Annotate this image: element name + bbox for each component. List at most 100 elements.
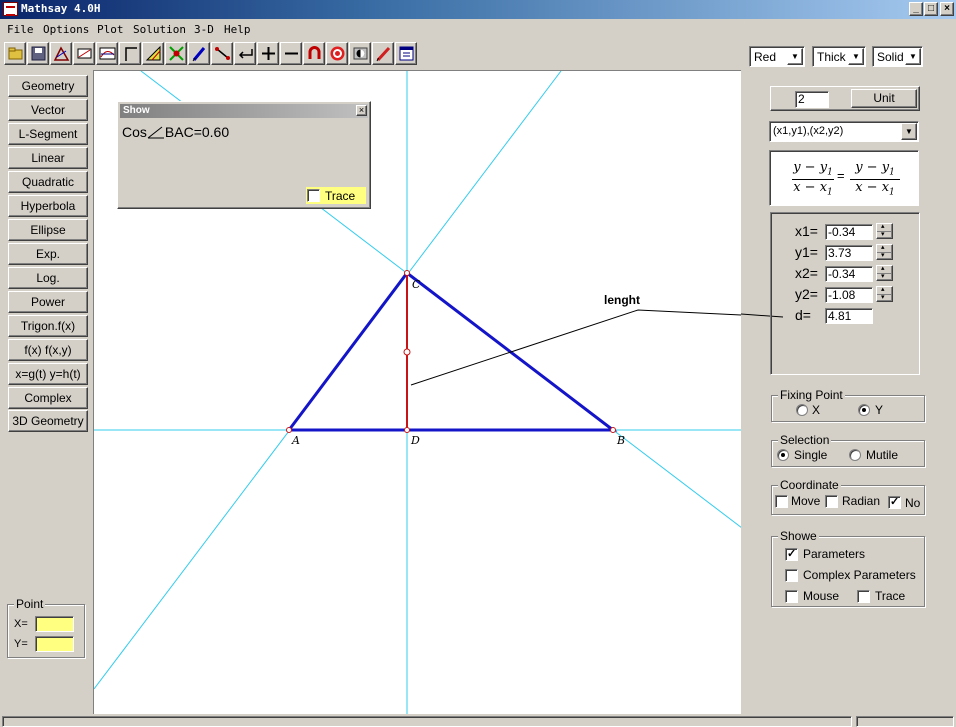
arrow-left-icon[interactable]	[234, 42, 256, 65]
menu-help[interactable]: Help	[224, 23, 251, 36]
plus-icon[interactable]	[257, 42, 279, 65]
chevron-down-icon[interactable]: ▼	[905, 48, 921, 65]
formula-rhs: 2y − y1 x − x1	[850, 160, 900, 197]
y1-input[interactable]: 3.73	[825, 245, 873, 261]
form-select[interactable]: (x1,y1),(x2,y2) ▼	[769, 121, 919, 142]
pencil-icon[interactable]	[372, 42, 394, 65]
triangle-icon[interactable]	[142, 42, 164, 65]
fix-x-radio[interactable]	[796, 404, 808, 416]
exp-button[interactable]: Exp.	[8, 243, 88, 265]
formula-sub: 1	[827, 187, 833, 198]
complex-button[interactable]: Complex	[8, 387, 88, 409]
point-y-field[interactable]	[35, 636, 74, 652]
point-c[interactable]	[404, 270, 410, 276]
trace-checkbox[interactable]	[307, 189, 320, 202]
showe-trace-checkbox[interactable]	[857, 590, 870, 603]
target-icon[interactable]	[326, 42, 348, 65]
geometry-button[interactable]: Geometry	[8, 75, 88, 97]
parametric-button[interactable]: x=g(t) y=h(t)	[8, 363, 88, 385]
trace-toggle[interactable]: Trace	[306, 187, 366, 204]
y2-input[interactable]: -1.08	[825, 287, 873, 303]
trigon-button[interactable]: Trigon.f(x)	[8, 315, 88, 337]
close-button[interactable]: ×	[940, 2, 954, 16]
menu-plot[interactable]: Plot	[97, 23, 124, 36]
app-icon[interactable]	[3, 2, 18, 16]
eraser-icon[interactable]	[73, 42, 95, 65]
parameters-checkbox[interactable]	[785, 547, 798, 561]
point-b[interactable]	[610, 427, 616, 433]
window-icon[interactable]	[395, 42, 417, 65]
menu-solution[interactable]: Solution	[133, 23, 186, 36]
point-panel: Point X= Y=	[7, 597, 85, 658]
corner-icon[interactable]	[119, 42, 141, 65]
power-button[interactable]: Power	[8, 291, 88, 313]
maximize-button[interactable]: □	[924, 2, 938, 16]
open-file-icon[interactable]	[4, 42, 26, 65]
menu-bar: File Options Plot Solution 3-D Help	[0, 20, 956, 38]
cosine-readout: Cos BAC=0.60	[122, 124, 229, 140]
y2-spinner[interactable]	[876, 286, 893, 302]
fix-y-radio[interactable]	[858, 404, 870, 416]
menu-3d[interactable]: 3-D	[194, 23, 214, 36]
ellipse-button[interactable]: Ellipse	[8, 219, 88, 241]
midpoint-cd[interactable]	[403, 348, 411, 356]
menu-file[interactable]: File	[7, 23, 34, 36]
showe-trace-label: Trace	[875, 589, 906, 603]
x1-spinner[interactable]	[876, 223, 893, 239]
distance-label: d=	[795, 307, 811, 323]
single-radio[interactable]	[777, 449, 789, 461]
mutile-radio[interactable]	[849, 449, 861, 461]
fix-x-label: X	[812, 403, 821, 417]
no-checkbox[interactable]	[888, 495, 901, 509]
move-checkbox[interactable]	[775, 495, 788, 508]
minimize-button[interactable]: _	[909, 2, 923, 16]
point-x-field[interactable]	[35, 616, 74, 632]
x2-input[interactable]: -0.34	[825, 266, 873, 282]
linear-button[interactable]: Linear	[8, 147, 88, 169]
menu-options[interactable]: Options	[43, 23, 89, 36]
point-d[interactable]	[404, 427, 410, 433]
x1-input[interactable]: -0.34	[825, 224, 873, 240]
segment-icon[interactable]	[211, 42, 233, 65]
show-window[interactable]: Show × Cos BAC=0.60 Trace	[117, 101, 371, 209]
vector-button[interactable]: Vector	[8, 99, 88, 121]
formula-display: y − y1 x − x1 = 2y − y1 x − x1	[769, 150, 919, 206]
hyperbola-button[interactable]: Hyperbola	[8, 195, 88, 217]
formula-rhs-den: x − x	[855, 179, 890, 195]
fixing-point-group: Fixing Point X Y	[771, 388, 925, 422]
chevron-down-icon[interactable]: ▼	[901, 123, 917, 140]
mouse-checkbox[interactable]	[785, 590, 798, 603]
radian-checkbox[interactable]	[825, 495, 838, 508]
magnet-icon[interactable]	[303, 42, 325, 65]
complex-parameters-checkbox[interactable]	[785, 569, 798, 582]
point-a[interactable]	[286, 427, 292, 433]
formula-lhs-den: x − x	[793, 179, 828, 195]
radian-label: Radian	[842, 494, 881, 508]
save-icon[interactable]	[27, 42, 49, 65]
y1-spinner[interactable]	[876, 244, 893, 260]
unit-input[interactable]: 2	[795, 91, 829, 108]
formula-lhs: y − y1 x − x1	[792, 160, 834, 197]
l-segment-button[interactable]: L-Segment	[8, 123, 88, 145]
close-icon[interactable]: ×	[356, 105, 367, 116]
chevron-down-icon[interactable]: ▼	[848, 48, 864, 65]
show-window-title[interactable]: Show	[120, 104, 368, 118]
line-style-dropdown[interactable]: Solid ▼	[872, 46, 923, 67]
unit-button[interactable]: Unit	[851, 89, 917, 108]
x2-spinner[interactable]	[876, 265, 893, 281]
draw-icon[interactable]	[50, 42, 72, 65]
graph-icon[interactable]	[96, 42, 118, 65]
fx-fxy-button[interactable]: f(x) f(x,y)	[8, 339, 88, 361]
minus-icon[interactable]	[280, 42, 302, 65]
thickness-dropdown[interactable]: Thick ▼	[812, 46, 866, 67]
color-dropdown[interactable]: Red ▼	[749, 46, 805, 67]
pen-icon[interactable]	[188, 42, 210, 65]
contrast-icon[interactable]	[349, 42, 371, 65]
label-a: A	[291, 434, 300, 447]
triangle-abc[interactable]	[285, 270, 618, 432]
quadratic-button[interactable]: Quadratic	[8, 171, 88, 193]
log-button[interactable]: Log.	[8, 267, 88, 289]
intersection-icon[interactable]	[165, 42, 187, 65]
3d-geometry-button[interactable]: 3D Geometry	[8, 410, 88, 432]
chevron-down-icon[interactable]: ▼	[787, 48, 803, 65]
